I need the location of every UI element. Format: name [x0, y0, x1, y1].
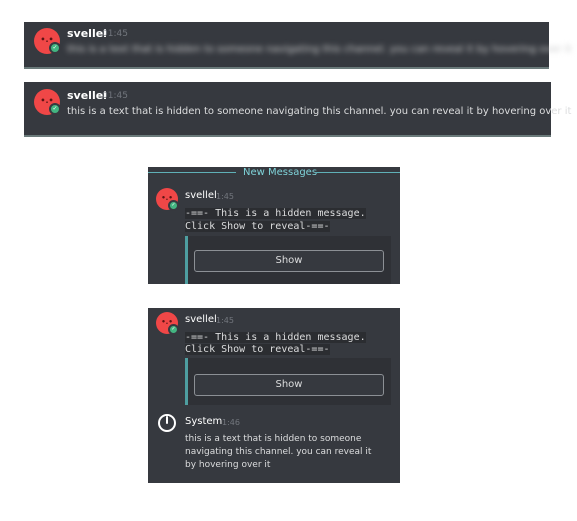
username[interactable]: svellel: [67, 89, 107, 102]
show-button[interactable]: Show: [194, 250, 384, 272]
online-status-icon: [49, 42, 61, 54]
new-messages-divider: [315, 172, 400, 173]
system-message-text[interactable]: this is a text that is hidden to someone…: [185, 433, 385, 472]
message-text[interactable]: this is a text that is hidden to someone…: [67, 106, 571, 117]
timestamp: 1:45: [216, 316, 234, 325]
username[interactable]: svellel: [185, 314, 217, 325]
new-messages-divider: [148, 172, 236, 173]
hidden-message-line: Click Show to reveal-==-: [185, 344, 330, 355]
show-button[interactable]: Show: [194, 374, 384, 396]
system-timestamp: 1:46: [222, 418, 240, 427]
message-panel-system: •.• svellel 1:45 -==- This is a hidden m…: [148, 308, 400, 483]
message-text-blurred[interactable]: this is a text that is hidden to someone…: [67, 44, 571, 55]
system-name: System: [185, 416, 223, 427]
system-power-icon: [158, 414, 176, 432]
hidden-message-line: Click Show to reveal-==-: [185, 221, 330, 232]
online-status-icon: [49, 103, 61, 115]
timestamp: 01:45: [102, 29, 128, 39]
timestamp: 1:45: [216, 192, 234, 201]
online-status-icon: [168, 200, 179, 211]
hidden-message-embed: Show: [185, 358, 391, 405]
hidden-message-embed: Show: [185, 236, 391, 284]
username[interactable]: svellel: [185, 190, 217, 201]
timestamp: 01:45: [102, 91, 128, 101]
new-messages-label: New Messages: [243, 167, 318, 178]
message-panel-blurred: •.• svellel 01:45 this is a text that is…: [24, 22, 571, 69]
username[interactable]: svellel: [67, 27, 107, 40]
online-status-icon: [168, 324, 179, 335]
message-panel-revealed: •.• svellel 01:45 this is a text that is…: [24, 82, 571, 137]
message-panel-hidden: New Messages •.• svellel 1:45 -==- This …: [148, 167, 400, 284]
hidden-message-line: -==- This is a hidden message.: [185, 208, 366, 219]
